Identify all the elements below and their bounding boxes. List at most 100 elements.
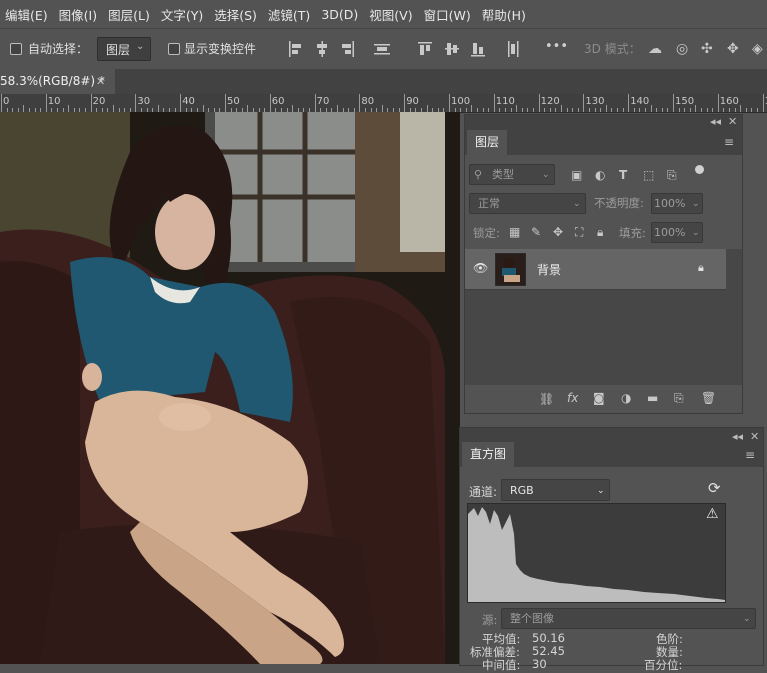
align-hcenter-icon[interactable]	[315, 41, 329, 57]
menu-type[interactable]: 文字(Y)	[156, 5, 209, 24]
more-options-button[interactable]: •••	[545, 39, 568, 54]
3d-roll-icon[interactable]: ◎	[676, 41, 688, 57]
channel-dropdown[interactable]: RGB ⌄	[501, 479, 610, 501]
panel-menu-icon[interactable]: ≡	[724, 135, 734, 149]
tab-layers-label: 图层	[475, 135, 500, 149]
fill-input[interactable]: 100% ⌄	[651, 222, 703, 243]
ruler-major-tick	[269, 94, 271, 112]
layers-panel: ◂◂ ✕ 图层 ≡ ⚲ 类型 ⌄ ▣ ◐ T ⬚ ⎘ 正常 ⌄ 不透明度: 10…	[464, 114, 743, 414]
menu-window[interactable]: 窗口(W)	[419, 5, 477, 24]
ruler-minor-tick	[292, 105, 294, 112]
fx-icon[interactable]: fx	[567, 390, 578, 406]
3d-orbit-icon[interactable]: ☁	[648, 41, 662, 57]
warning-icon[interactable]: ⚠	[706, 506, 719, 522]
layers-panel-footer: ⛓︎ fx ◙ ◑ ▬ ⎘ 🗑︎	[465, 385, 742, 413]
lock-transparent-icon[interactable]: ▦	[509, 224, 520, 240]
ruler-label: 30	[137, 96, 151, 107]
menu-image[interactable]: 图像(I)	[54, 5, 103, 24]
ruler-label: 100	[451, 96, 471, 107]
collapse-icon[interactable]: ◂◂	[710, 115, 721, 128]
ruler-minor-tick	[617, 108, 618, 112]
source-dropdown[interactable]: 整个图像 ⌄	[501, 608, 756, 629]
std-dev-value: 52.45	[532, 644, 565, 658]
ruler-minor-tick	[527, 108, 529, 112]
ruler-minor-tick	[510, 108, 512, 112]
close-icon[interactable]: ✕	[750, 430, 759, 443]
refresh-icon[interactable]: ⟳	[708, 479, 721, 497]
3d-scale-icon[interactable]: ◈	[752, 41, 763, 57]
ruler-minor-tick	[572, 108, 574, 112]
blend-mode-dropdown[interactable]: 正常 ⌄	[469, 193, 586, 214]
align-left-icon[interactable]	[288, 41, 302, 57]
ruler-label: 50	[227, 96, 240, 107]
lock-image-icon[interactable]: ✎	[531, 224, 541, 240]
lock-position-icon[interactable]: ✥	[553, 224, 563, 240]
menu-filter[interactable]: 滤镜(T)	[263, 5, 316, 24]
histogram-panel: ◂◂ ✕ 直方图 ≡ 通道: RGB ⌄ ⟳ ⚠ 源: 整个图像 ⌄ 平均值: …	[459, 427, 764, 672]
auto-select-checkbox[interactable]	[10, 43, 22, 55]
align-bottom-icon[interactable]	[471, 41, 485, 57]
filter-pixel-icon[interactable]: ▣	[571, 167, 582, 183]
3d-pan-icon[interactable]: ✣	[701, 41, 713, 57]
trash-icon[interactable]: 🗑︎	[701, 390, 716, 406]
ruler-major-tick	[90, 94, 92, 112]
menu-select[interactable]: 选择(S)	[209, 5, 263, 24]
chevron-down-icon: ⌄	[692, 199, 700, 209]
document-tab[interactable]: 58.3%(RGB/8#) * ✕	[0, 69, 115, 94]
chevron-down-icon: ⌄	[573, 199, 581, 209]
show-transform-checkbox[interactable]	[168, 43, 180, 55]
folder-icon[interactable]: ▬	[647, 390, 658, 406]
filter-toggle-icon[interactable]	[695, 165, 704, 174]
filter-type-icon[interactable]: T	[619, 167, 627, 183]
align-top-icon[interactable]	[418, 41, 432, 57]
ruler-major-tick	[717, 94, 719, 112]
distribute-icon[interactable]	[374, 41, 390, 57]
ruler-minor-tick	[555, 108, 557, 112]
distribute-vertical-icon[interactable]	[506, 41, 520, 57]
lock-all-icon[interactable]: 🔒︎	[597, 224, 603, 240]
new-layer-icon[interactable]: ⎘	[674, 390, 684, 406]
layer-name[interactable]: 背景	[537, 261, 561, 278]
add-mask-icon[interactable]: ◙	[593, 390, 605, 406]
auto-select-dropdown[interactable]: 图层 ⌄	[97, 37, 151, 61]
ruler-minor-tick	[113, 105, 114, 112]
menu-view[interactable]: 视图(V)	[364, 5, 418, 24]
menu-edit[interactable]: 编辑(E)	[0, 5, 54, 24]
filter-shape-icon[interactable]: ⬚	[643, 167, 654, 183]
ruler-label: 10	[47, 96, 61, 107]
menu-help[interactable]: 帮助(H)	[477, 5, 532, 24]
ruler-minor-tick	[712, 108, 714, 112]
ruler-minor-tick	[426, 105, 428, 112]
align-vcenter-icon[interactable]	[445, 41, 459, 57]
ruler-label: 80	[361, 96, 375, 107]
close-icon[interactable]: ✕	[96, 69, 105, 94]
chevron-down-icon: ⌄	[743, 614, 751, 624]
opacity-input[interactable]: 100% ⌄	[651, 193, 703, 214]
menu-3d[interactable]: 3D(D)	[316, 7, 364, 22]
eye-icon[interactable]: 👁︎	[473, 261, 488, 275]
filter-adjustment-icon[interactable]: ◐	[595, 167, 605, 183]
lock-artboard-icon[interactable]: ⛶	[575, 224, 583, 240]
document-canvas[interactable]	[0, 112, 460, 664]
panel-menu-icon[interactable]: ≡	[745, 448, 755, 462]
layer-filter-dropdown[interactable]: ⚲ 类型 ⌄	[469, 164, 555, 185]
ruler-minor-tick	[723, 108, 725, 112]
ruler-minor-tick	[684, 108, 686, 112]
tab-histogram[interactable]: 直方图	[462, 442, 515, 467]
ruler-minor-tick	[157, 105, 159, 112]
3d-slide-icon[interactable]: ✥	[727, 41, 739, 57]
ruler-minor-tick	[650, 105, 652, 112]
close-icon[interactable]: ✕	[728, 115, 737, 128]
menu-layer[interactable]: 图层(L)	[103, 5, 156, 24]
collapse-icon[interactable]: ◂◂	[732, 430, 743, 443]
ruler-minor-tick	[477, 108, 478, 112]
ruler-major-tick	[628, 94, 630, 112]
filter-smart-object-icon[interactable]: ⎘	[667, 167, 677, 183]
ruler-label: 20	[92, 96, 106, 107]
link-layers-icon[interactable]: ⛓︎	[539, 391, 554, 407]
layer-row-background[interactable]: 👁︎ 背景 🔒︎	[465, 249, 726, 290]
ruler-minor-tick	[549, 108, 551, 112]
align-right-icon[interactable]	[341, 41, 355, 57]
tab-layers[interactable]: 图层	[467, 130, 508, 155]
adjustment-layer-icon[interactable]: ◑	[621, 390, 631, 406]
